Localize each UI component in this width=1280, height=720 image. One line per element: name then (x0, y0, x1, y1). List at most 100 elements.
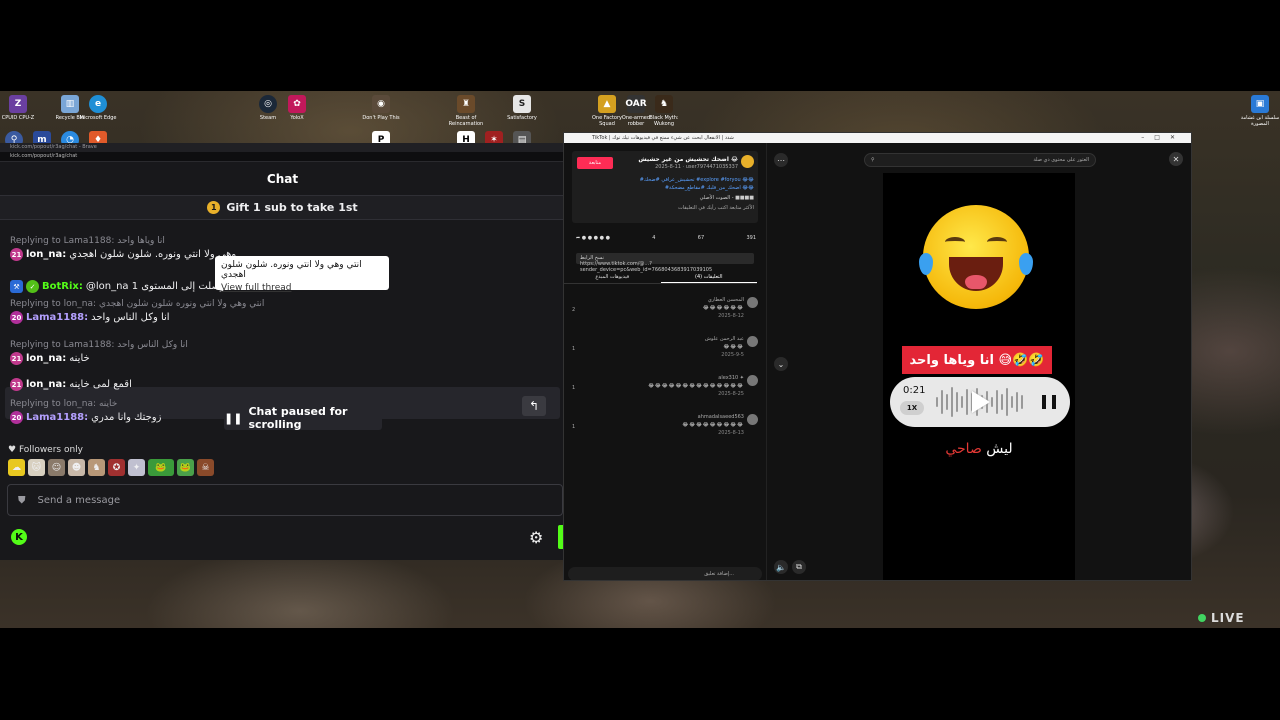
desktop-icon[interactable]: e Microsoft Edge (78, 95, 118, 121)
window-controls[interactable]: –□✕ (1141, 134, 1185, 141)
pause-icon: ❚❚ (224, 411, 243, 425)
follow-button[interactable]: متابعة (577, 157, 613, 169)
mini-player-icon[interactable]: ⧉ (792, 560, 806, 574)
subscriber-badge: 21 (10, 352, 23, 365)
live-dot-icon (1198, 614, 1206, 622)
yolox-icon: ✿ (288, 95, 306, 113)
bookmark-count[interactable]: 4 (652, 235, 655, 241)
play-icon[interactable] (972, 391, 990, 413)
sound-label[interactable]: الصوت الأصلي - ■■■■ (594, 195, 754, 201)
window-titlebar: kick.com/popout/r3ag/chat - Brave (0, 143, 565, 152)
laughing-emoji-image (919, 205, 1033, 309)
reply-context: Replying to lon_na: انتي وهي ولا انتي ون… (10, 299, 265, 309)
tab-creator-videos[interactable]: فيديوهات المبدع (564, 270, 661, 283)
message-text: @lon_na وصلت إلى المستوى 1 (85, 281, 225, 292)
emote[interactable]: ☺ (48, 459, 65, 476)
username[interactable]: Lama1188: (26, 312, 88, 323)
address-bar[interactable]: kick.com/popout/r3ag/chat (0, 152, 565, 162)
desktop-icon[interactable]: ♞ Black Myth: Wukong (644, 95, 684, 127)
desktop-icon[interactable]: ♜ Beast of Reincarnation (446, 95, 486, 127)
emote[interactable]: ✦ (128, 459, 145, 476)
action-row: ➦ ● ● ● ● ● 4 67 391 (576, 235, 756, 241)
desktop-icon[interactable]: ▣ سلسلة ابن غشامة المصورة (1240, 95, 1280, 127)
creator-avatar[interactable] (741, 155, 754, 168)
reply-context: Replying to Lama1188: انا وكل الناس واحد (10, 340, 188, 350)
heart-icon: ♥ (8, 445, 17, 455)
emote[interactable]: ✪ (108, 459, 125, 476)
voice-message-player[interactable]: 0:21 1X (890, 377, 1070, 427)
emote[interactable]: ♞ (88, 459, 105, 476)
kick-logo-icon[interactable]: K (11, 529, 27, 545)
emote[interactable]: 🐸 (148, 459, 174, 476)
gift-label: Gift 1 sub to take 1st (226, 201, 358, 214)
comments-tabs: فيديوهات المبدع التعليقات (4) (564, 270, 757, 284)
username[interactable]: lon_na: (26, 379, 66, 390)
desktop-icon[interactable]: Z CPUID CPU-Z (0, 95, 38, 121)
hashtags[interactable]: #تحشيش_عراقي #ضحك #explore #foryou 😂😂 (594, 177, 754, 183)
reply-thread-tooltip: انتي وهي ولا انتي ونوره. شلون شلون اهجدي… (215, 256, 389, 293)
username[interactable]: lon_na: (26, 353, 66, 364)
comment-count[interactable]: 67 (698, 235, 704, 241)
comment-like-count[interactable]: 1 (572, 385, 575, 391)
tab-comments[interactable]: التعليقات (4) (660, 270, 757, 283)
message-text: وهي ولا انتي ونوره. شلون شلون اهجدي (69, 249, 237, 260)
volume-icon[interactable]: 🔈 (774, 560, 788, 574)
playback-speed[interactable]: 1X (900, 401, 924, 415)
video-caption: انا وياها واحد 😅🤣🤣 (902, 346, 1052, 374)
emote[interactable]: 🐱 (28, 459, 45, 476)
chat-message[interactable]: Replying to Lama1188: انا وكل الناس واحد… (10, 340, 555, 365)
commenter-avatar[interactable] (747, 336, 758, 347)
copy-link-row[interactable]: نسخ الرابط https://www.tiktok.com/@...?s… (576, 253, 754, 273)
pause-icon[interactable] (1042, 395, 1056, 409)
desktop-icon[interactable]: S Satisfactory (502, 95, 542, 121)
chat-paused-button[interactable]: ❚❚ Chat paused for scrolling (224, 405, 382, 431)
username[interactable]: lon_na: (26, 249, 66, 260)
commenter-avatar[interactable] (747, 375, 758, 386)
related-search-input[interactable]: العثور على محتوى ذي صلة ⚲ (864, 153, 1096, 167)
comment-like-count[interactable]: 2 (572, 307, 575, 313)
copy-link-button[interactable]: نسخ الرابط (580, 255, 604, 261)
edge-icon: e (89, 95, 107, 113)
video-lyric-text: ليش صاحي (945, 441, 1013, 457)
emote[interactable]: ☠ (197, 459, 214, 476)
emote[interactable]: ☁ (8, 459, 25, 476)
game-icon: ◉ (372, 95, 390, 113)
hashtags[interactable]: #اضحك_من_قلبك #مقاطع_مضحكة 😂😂 (594, 185, 754, 191)
video-side-area: ⋯ ⌄ 🔈 ⧉ (767, 143, 883, 580)
creator-name[interactable]: اضحك تحشيش من غير حشيش 😂 (638, 156, 738, 163)
username[interactable]: BotRix: (42, 281, 83, 292)
more-options-icon[interactable]: ⋯ (774, 153, 788, 167)
chat-settings-gear-icon[interactable]: ⚙ (529, 528, 543, 547)
paused-label: Chat paused for scrolling (248, 405, 348, 431)
screen: Z CPUID CPU-Z ▥ Recycle Bin e Microsoft Edg… (0, 0, 1280, 720)
desktop-icon[interactable]: ✿ YoloX (277, 95, 317, 121)
close-icon[interactable]: ✕ (1169, 152, 1183, 166)
cpuz-icon: Z (9, 95, 27, 113)
gift-sub-banner[interactable]: 1 Gift 1 sub to take 1st (0, 196, 565, 220)
shield-icon: ⛊ (18, 494, 26, 506)
emote[interactable]: 🐸 (177, 459, 194, 476)
voice-duration: 0:21 (903, 385, 926, 396)
username[interactable]: Lama1188: (26, 412, 88, 423)
commenter-avatar[interactable] (747, 414, 758, 425)
emote[interactable]: ☻ (68, 459, 85, 476)
view-full-thread-link[interactable]: View full thread (221, 283, 383, 293)
comment-like-count[interactable]: 1 (572, 424, 575, 430)
desktop-icon[interactable]: ◉ Don't Play This (361, 95, 401, 121)
wukong-icon: ♞ (655, 95, 673, 113)
commenter-avatar[interactable] (747, 297, 758, 308)
share-icons[interactable]: ➦ ● ● ● ● ● (576, 235, 610, 241)
description-note: الأكثر متابعة اكتب رأيك في التعليقات (678, 205, 754, 211)
subscriber-badge: 21 (10, 378, 23, 391)
chat-message-input[interactable]: ⛊ Send a message (7, 484, 563, 516)
folder-icon: ▣ (1251, 95, 1269, 113)
message-text: انا وكل الناس واحد (91, 312, 170, 323)
chat-message[interactable]: 21 lon_na: اقمع لمى خاينه (10, 376, 555, 391)
scroll-down-icon[interactable]: ⌄ (774, 357, 788, 371)
add-comment-input[interactable]: إضافة تعليق... (568, 567, 762, 580)
like-count[interactable]: 391 (746, 235, 756, 241)
chat-message[interactable]: Replying to lon_na: انتي وهي ولا انتي ون… (10, 299, 555, 324)
game-icon: OAR (625, 95, 647, 113)
comment-like-count[interactable]: 1 (572, 346, 575, 352)
video-player[interactable]: انا وياها واحد 😅🤣🤣 0:21 1X ليش صاحي (883, 173, 1075, 580)
